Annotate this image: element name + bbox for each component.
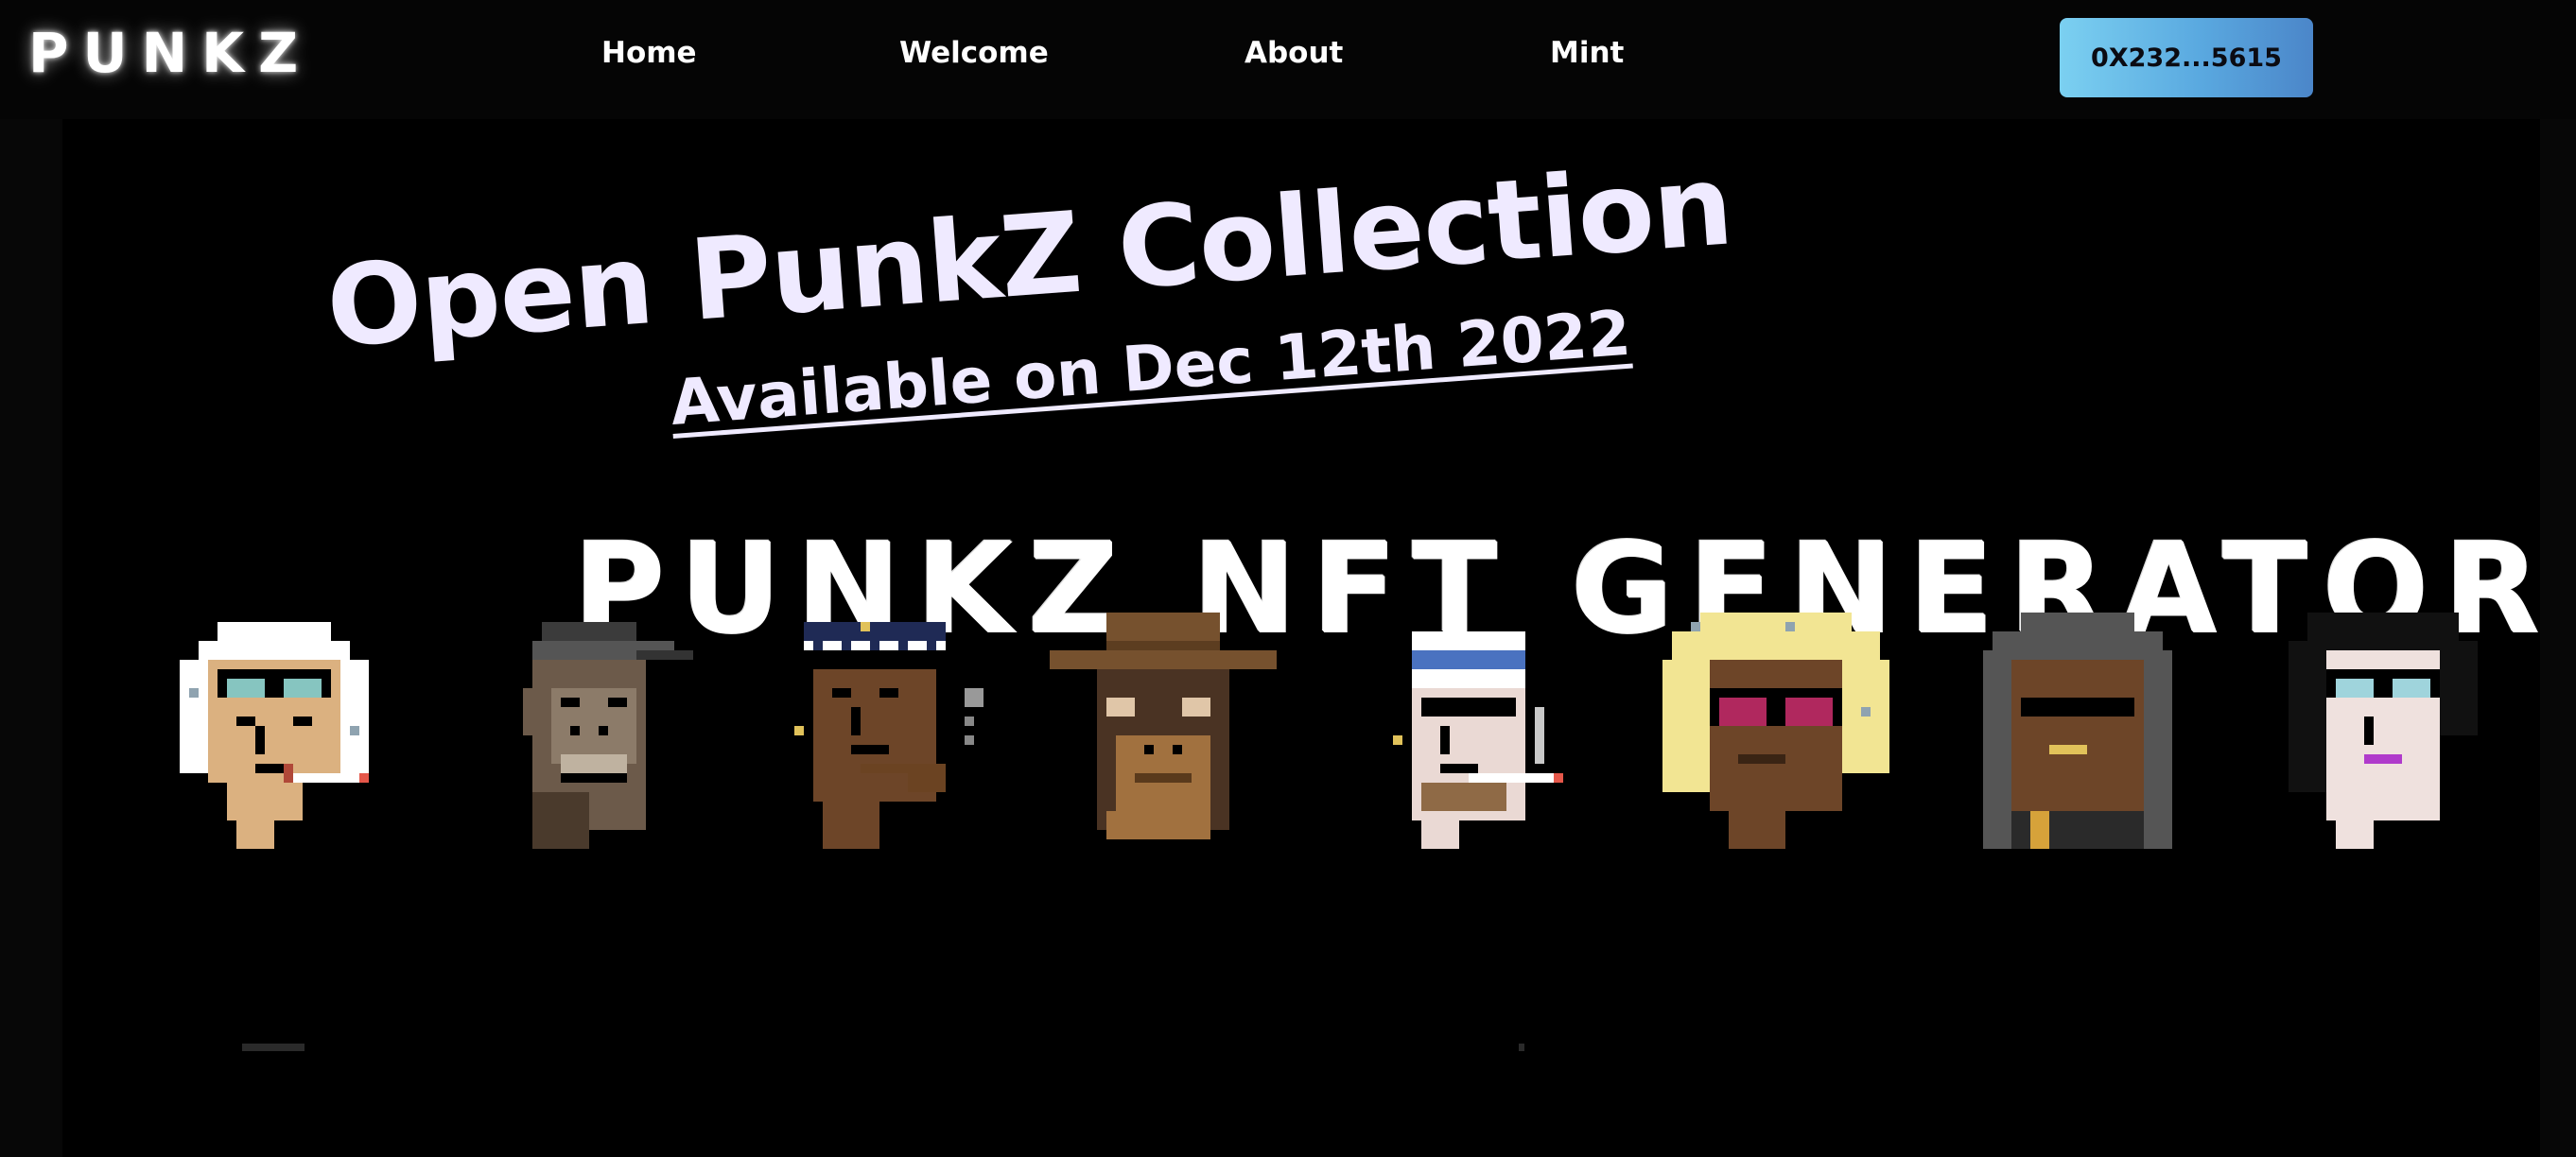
nav-link-mint[interactable]: Mint [1550,36,1624,70]
punk-avatar-2[interactable] [476,613,722,896]
punk-blonde-hair-icon [1662,613,1889,849]
nav-link-home[interactable]: Home [601,36,697,70]
punk-police-cap-icon [794,622,983,849]
top-navbar: PUNKZ Home Welcome About Mint 0X232...56… [0,0,2576,119]
punk-ape-icon [523,622,693,849]
punk-avatar-6[interactable] [1653,613,1899,896]
brand-logo[interactable]: PUNKZ [28,21,312,85]
nav-link-about[interactable]: About [1244,36,1343,70]
punk-dark-hair-icon [2289,613,2478,849]
punk-avatar-7[interactable] [1955,613,2201,896]
punk-avatar-4[interactable] [1040,613,1286,896]
punk-avatar-3[interactable] [766,613,1012,896]
page: PUNKZ Home Welcome About Mint 0X232...56… [0,0,2576,1157]
punk-caption-mark [242,1044,305,1051]
punk-headband-icon [1393,631,1563,849]
punk-hoodie-icon [1983,613,2172,849]
punk-avatar-5[interactable] [1355,613,1601,896]
nav-link-welcome[interactable]: Welcome [899,36,1049,70]
punk-avatar-8[interactable] [2260,613,2506,896]
punk-cowboy-hat-icon [1050,613,1277,839]
wallet-address-button[interactable]: 0X232...5615 [2060,18,2313,97]
punk-avatar-1[interactable] [161,613,407,896]
punk-caption-mark [1519,1044,1524,1051]
punk-white-hair-icon [180,622,369,849]
